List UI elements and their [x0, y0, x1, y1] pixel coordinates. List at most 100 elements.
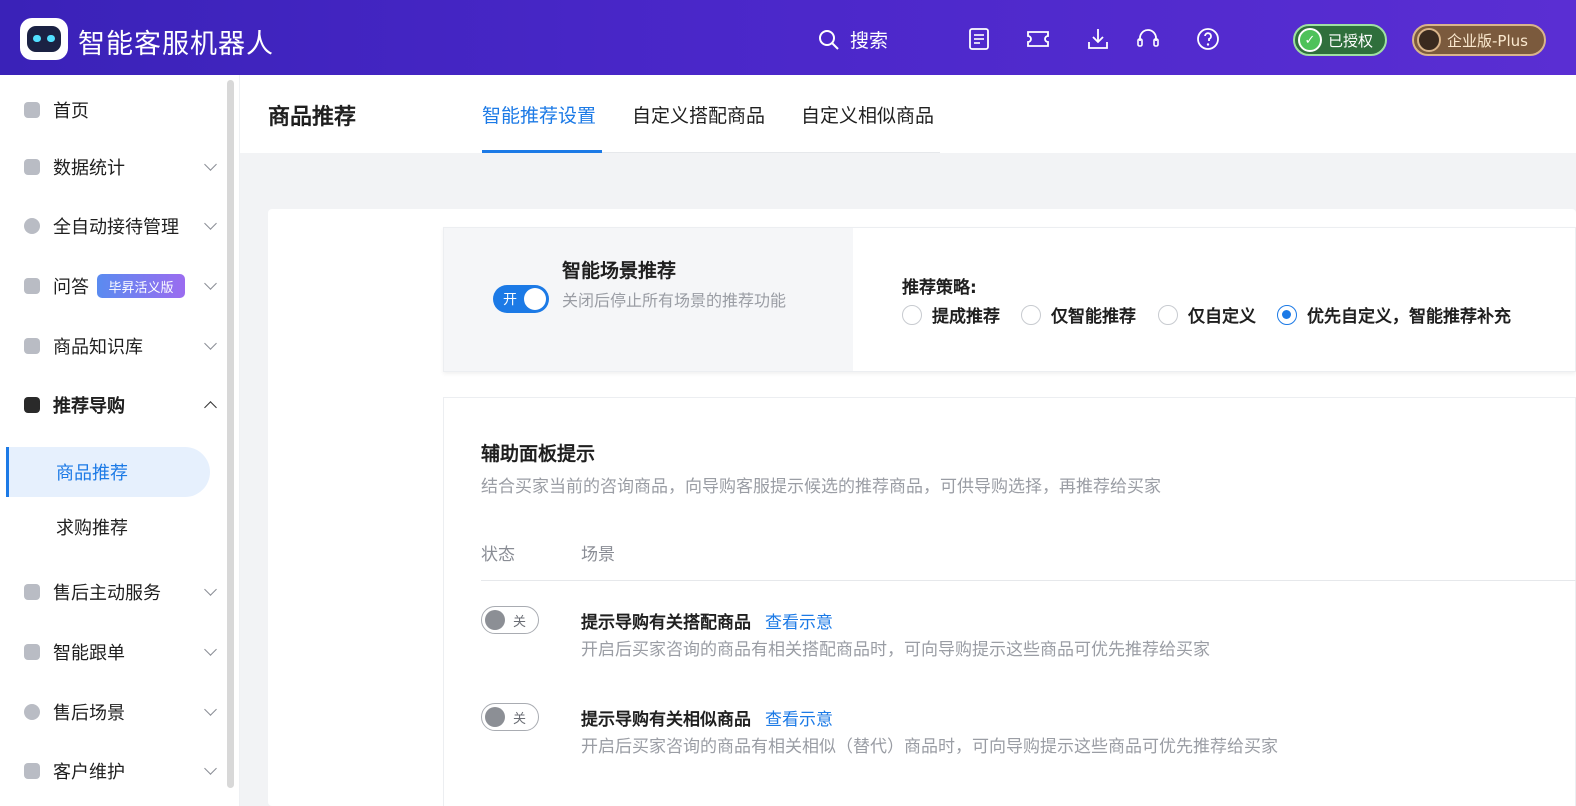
table-divider: [481, 580, 1576, 581]
sidebar-item-customer[interactable]: 客户维护: [0, 749, 228, 793]
scene-title: 智能场景推荐: [562, 260, 677, 282]
sidebar-item-label: 数据统计: [53, 158, 125, 179]
sidebar-item-qa[interactable]: 问答 毕昇活义版: [0, 264, 228, 308]
beta-tag: 毕昇活义版: [97, 274, 185, 298]
active-tab-indicator: [482, 150, 602, 153]
row-title-similar: 提示导购有关相似商品: [581, 710, 751, 730]
sidebar-item-recommend[interactable]: 推荐导购: [0, 383, 228, 427]
chevron-down-icon: [204, 761, 217, 775]
toggle-knob: [485, 707, 505, 727]
panel-title: 辅助面板提示: [481, 443, 596, 465]
chart-icon: [24, 159, 40, 175]
view-example-link[interactable]: 查看示意: [765, 608, 833, 633]
sidebar-item-label: 推荐导购: [53, 396, 125, 417]
tab-custom-matching[interactable]: 自定义搭配商品: [632, 101, 765, 128]
sidebar-scrollbar[interactable]: [227, 80, 234, 788]
column-header-status: 状态: [481, 545, 515, 565]
toggle-label: 关: [513, 615, 527, 630]
strategy-label: 推荐策略:: [902, 278, 977, 298]
sidebar-item-auto-reception[interactable]: 全自动接待管理: [0, 204, 228, 248]
sidebar-item-stats[interactable]: 数据统计: [0, 145, 228, 189]
radio-label: 仅智能推荐: [1051, 307, 1136, 327]
radio-commission[interactable]: 提成推荐: [902, 302, 1000, 327]
scene-toggle[interactable]: 开: [493, 285, 549, 313]
robot-icon: [24, 218, 40, 234]
scene-recommend-box: 开 智能场景推荐 关闭后停止所有场景的推荐功能 推荐策略: 提成推荐 仅智能推荐…: [443, 227, 1576, 372]
radio-circle: [1277, 304, 1297, 325]
recommend-icon: [24, 397, 40, 413]
matching-toggle[interactable]: 关: [481, 606, 539, 634]
sidebar-item-label: 问答: [53, 277, 89, 298]
chevron-down-icon: [204, 582, 217, 596]
similar-toggle[interactable]: 关: [481, 703, 539, 731]
toggle-label: 开: [503, 292, 517, 308]
chevron-down-icon: [204, 276, 217, 290]
sidebar-item-knowledge[interactable]: 商品知识库: [0, 324, 228, 368]
list-icon[interactable]: [966, 26, 992, 52]
sidebar-item-home[interactable]: 首页: [0, 88, 228, 132]
radio-circle: [902, 304, 922, 325]
service-icon: [24, 584, 40, 600]
ticket-icon[interactable]: [1025, 26, 1051, 52]
scene-desc: 关闭后停止所有场景的推荐功能: [562, 291, 787, 310]
sidebar-item-after-sale-scene[interactable]: 售后场景: [0, 690, 228, 734]
robot-logo-icon: [20, 18, 68, 60]
after-sale-icon: [24, 704, 40, 720]
sidebar-item-label: 售后主动服务: [53, 583, 161, 604]
bag-icon: [24, 338, 40, 354]
sidebar-item-label: 商品知识库: [53, 337, 143, 358]
auth-badge[interactable]: ✓ 已授权: [1293, 24, 1387, 56]
sidebar-item-label: 智能跟单: [53, 643, 125, 664]
sidebar-subitem-purchase-recommend[interactable]: 求购推荐: [6, 502, 210, 552]
customer-icon: [24, 763, 40, 779]
chevron-down-icon: [204, 157, 217, 171]
radio-circle: [1158, 304, 1178, 325]
column-header-scene: 场景: [581, 545, 615, 565]
page-title: 商品推荐: [268, 105, 357, 130]
radio-label: 提成推荐: [932, 307, 1000, 327]
chevron-down-icon: [204, 336, 217, 350]
order-icon: [24, 644, 40, 660]
radio-custom-only[interactable]: 仅自定义: [1158, 302, 1256, 327]
help-icon[interactable]: [1195, 26, 1221, 52]
sidebar-item-label: 首页: [53, 101, 89, 122]
tab-smart-settings[interactable]: 智能推荐设置: [482, 101, 596, 128]
building-icon: [1417, 28, 1441, 52]
toggle-knob: [485, 610, 505, 630]
home-icon: [24, 102, 40, 118]
top-header: 智能客服机器人 搜索 ✓ 已授权 企业版-Plus: [0, 0, 1576, 75]
search-icon: [819, 29, 839, 50]
row-title-matching: 提示导购有关搭配商品: [581, 613, 751, 633]
headset-icon[interactable]: [1135, 26, 1161, 52]
sidebar-item-after-sale-service[interactable]: 售后主动服务: [0, 570, 228, 614]
edition-badge-label: 企业版-Plus: [1447, 31, 1528, 50]
edition-badge[interactable]: 企业版-Plus: [1412, 24, 1546, 56]
panel-desc: 结合买家当前的咨询商品，向导购客服提示候选的推荐商品，可供导购选择，再推荐给买家: [481, 477, 1161, 497]
tab-custom-similar[interactable]: 自定义相似商品: [801, 101, 934, 128]
sidebar-item-order-tracking[interactable]: 智能跟单: [0, 630, 228, 674]
sidebar-item-label: 售后场景: [53, 703, 125, 724]
radio-label: 仅自定义: [1188, 307, 1256, 327]
view-example-link[interactable]: 查看示意: [765, 705, 833, 730]
search-label: 搜索: [850, 30, 889, 52]
chevron-up-icon: [204, 400, 217, 414]
chevron-down-icon: [204, 702, 217, 716]
sidebar-item-label: 全自动接待管理: [53, 217, 179, 238]
radio-custom-first[interactable]: 优先自定义，智能推荐补充: [1277, 302, 1511, 327]
download-icon[interactable]: [1085, 26, 1111, 52]
row-desc-similar: 开启后买家咨询的商品有相关相似（替代）商品时，可向导购提示这些商品可优先推荐给买…: [581, 737, 1278, 757]
radio-smart-only[interactable]: 仅智能推荐: [1021, 302, 1136, 327]
sidebar-item-label: 客户维护: [53, 762, 125, 783]
sidebar-subitem-product-recommend[interactable]: 商品推荐: [6, 447, 210, 497]
app-title: 智能客服机器人: [78, 29, 274, 60]
radio-label: 优先自定义，智能推荐补充: [1307, 307, 1511, 327]
auth-badge-label: 已授权: [1328, 31, 1374, 50]
toggle-label: 关: [513, 712, 527, 727]
chevron-down-icon: [204, 216, 217, 230]
chat-icon: [24, 278, 40, 294]
radio-circle: [1021, 304, 1041, 325]
row-desc-matching: 开启后买家咨询的商品有相关搭配商品时，可向导购提示这些商品可优先推荐给买家: [581, 640, 1210, 660]
search-button[interactable]: 搜索: [818, 26, 888, 53]
check-icon: ✓: [1298, 28, 1322, 52]
chevron-down-icon: [204, 642, 217, 656]
